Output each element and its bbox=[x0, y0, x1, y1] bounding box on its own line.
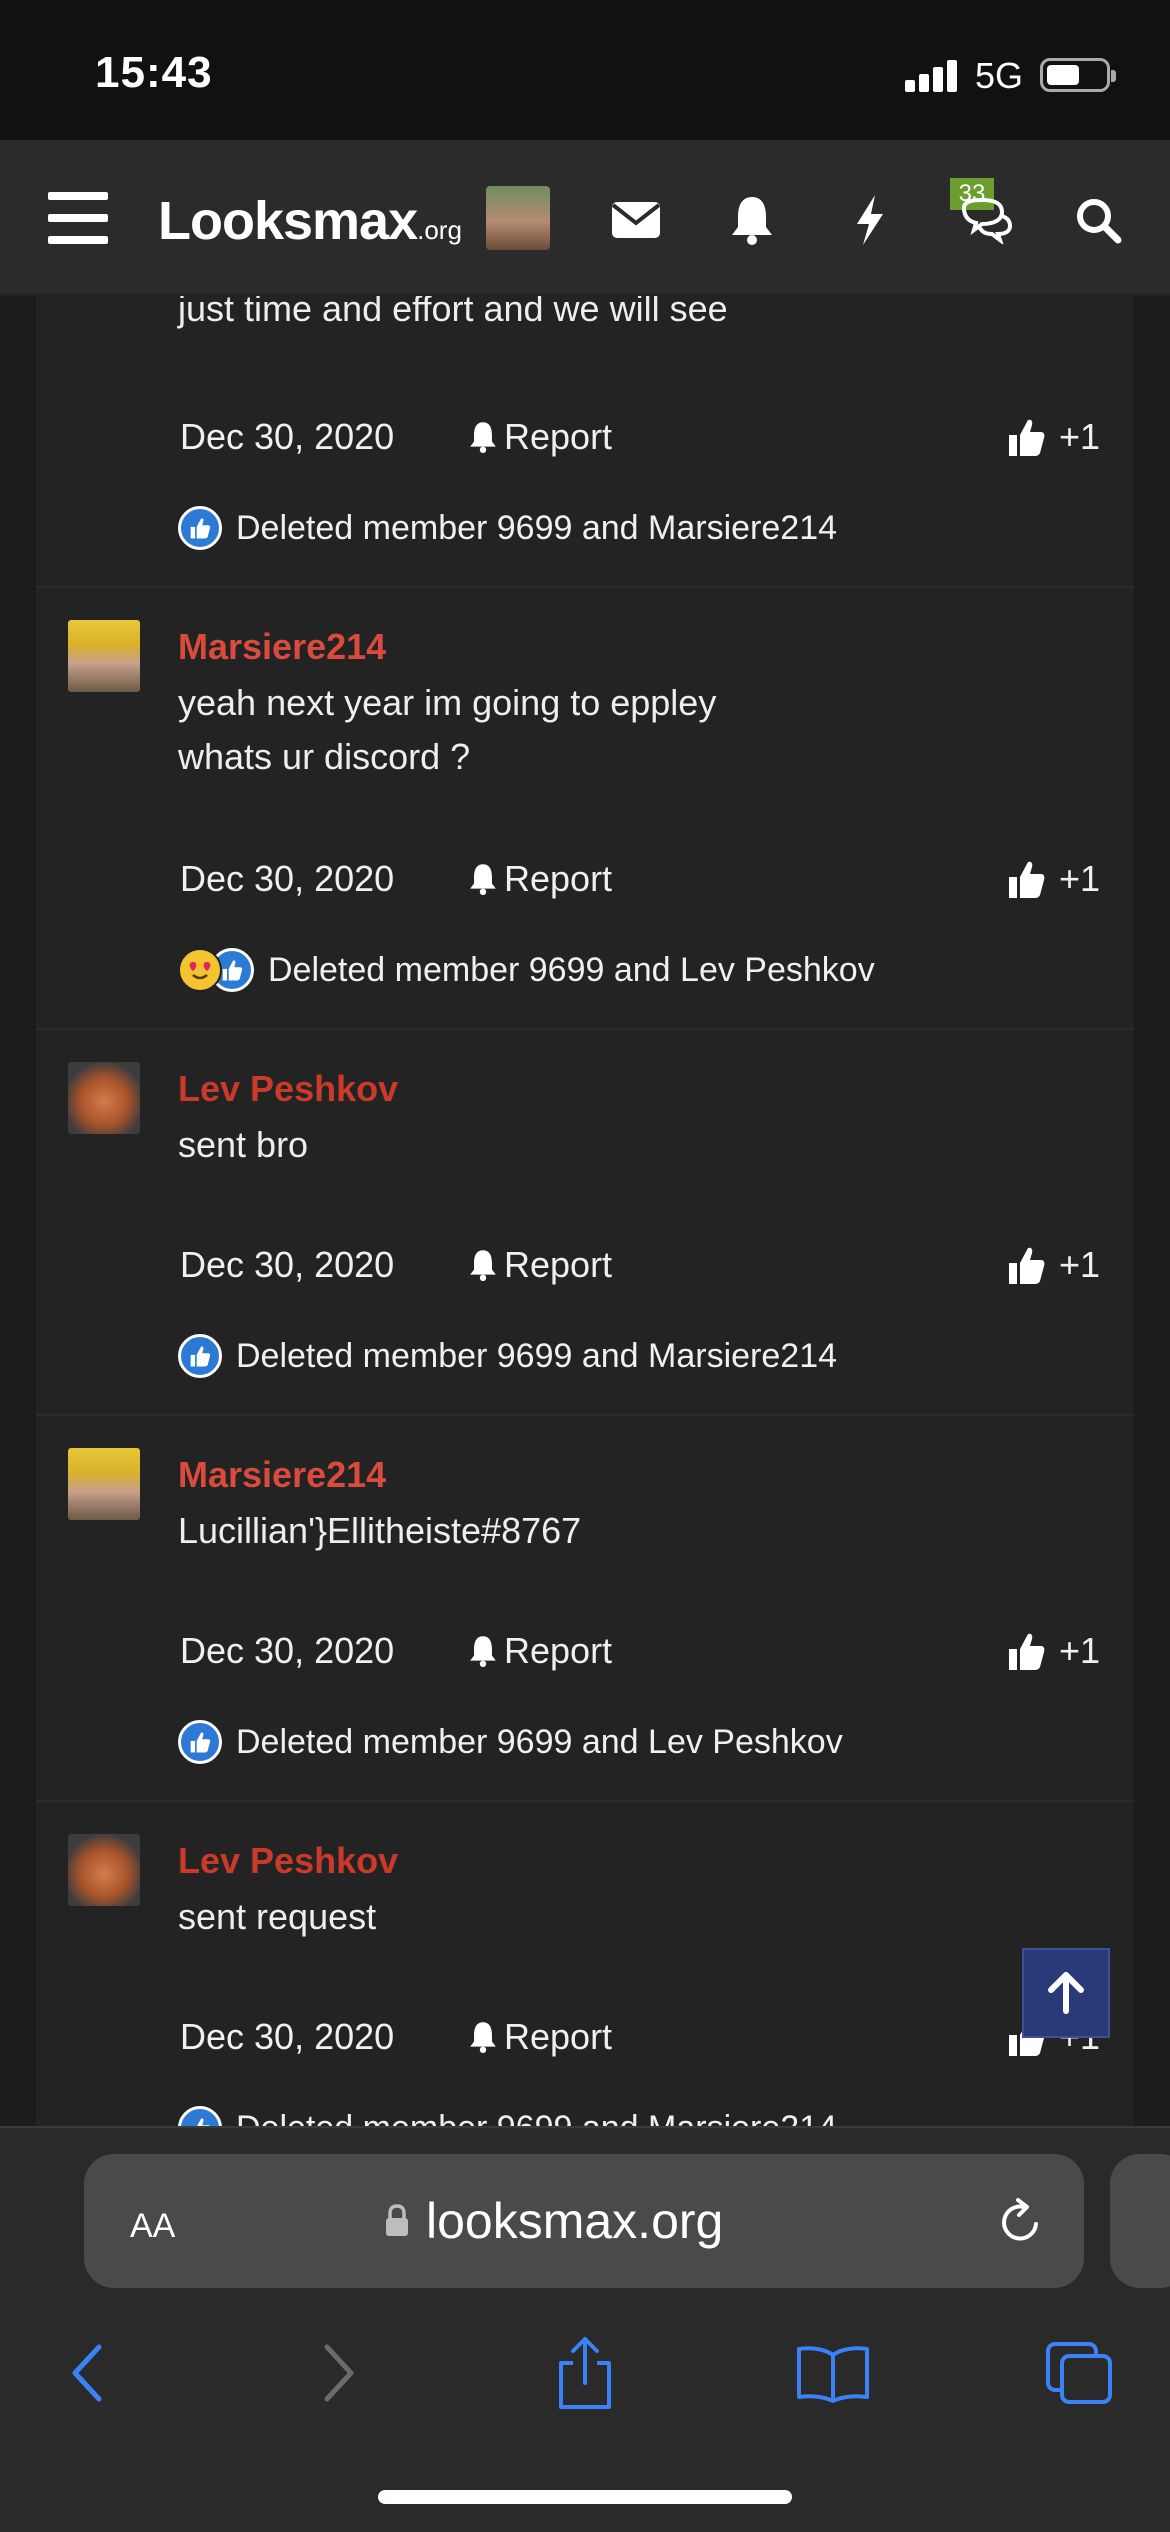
post-message: Lucillian'}Ellitheiste#8767 bbox=[178, 1510, 582, 1551]
post-date[interactable]: Dec 30, 2020 bbox=[180, 1244, 394, 1286]
post-message: just time and effort and we will see bbox=[178, 296, 728, 329]
avatar[interactable] bbox=[68, 620, 140, 692]
report-button[interactable]: Report bbox=[468, 2016, 612, 2058]
browser-toolbar: AA looksmax.org bbox=[0, 2126, 1170, 2532]
share-icon[interactable] bbox=[540, 2328, 630, 2418]
like-button[interactable]: +1 bbox=[1007, 1630, 1100, 1672]
user-avatar[interactable] bbox=[486, 186, 550, 250]
chat-icon[interactable] bbox=[956, 192, 1012, 248]
post: Lev Peshkov sent request Dec 30, 2020 Re… bbox=[36, 1802, 1134, 2126]
report-button[interactable]: Report bbox=[468, 858, 612, 900]
post-date[interactable]: Dec 30, 2020 bbox=[180, 416, 394, 458]
post-date[interactable]: Dec 30, 2020 bbox=[180, 2016, 394, 2058]
post-reactions[interactable]: Deleted member 9699 and Marsiere214 bbox=[178, 504, 837, 552]
home-indicator bbox=[378, 2490, 792, 2504]
bell-icon bbox=[470, 2022, 496, 2053]
thumbs-up-icon bbox=[1008, 1247, 1045, 1284]
post-reactions[interactable]: Deleted member 9699 and Lev Peshkov bbox=[178, 1718, 843, 1766]
like-reaction-icon bbox=[178, 1334, 222, 1378]
bell-icon bbox=[470, 1636, 496, 1667]
username[interactable]: Marsiere214 bbox=[178, 626, 386, 668]
thumbs-up-icon bbox=[1008, 1633, 1045, 1670]
report-button[interactable]: Report bbox=[468, 1630, 612, 1672]
search-icon[interactable] bbox=[1070, 192, 1126, 248]
post-message: sent request bbox=[178, 1896, 377, 1937]
site-logo[interactable]: Looksmax.org bbox=[158, 190, 462, 252]
thumbs-up-icon bbox=[1008, 419, 1045, 456]
thread-posts[interactable]: just time and effort and we will see Dec… bbox=[36, 296, 1134, 2126]
bell-icon bbox=[470, 422, 496, 453]
network-type: 5G bbox=[975, 55, 1024, 96]
avatar[interactable] bbox=[68, 1448, 140, 1520]
username[interactable]: Marsiere214 bbox=[178, 1454, 386, 1496]
cellular-signal-icon bbox=[905, 58, 961, 92]
post-message: yeah next year im going to eppley whats … bbox=[178, 682, 717, 777]
post: Lev Peshkov sent bro Dec 30, 2020 Report… bbox=[36, 1030, 1134, 1416]
like-reaction-icon bbox=[178, 506, 222, 550]
mail-icon[interactable] bbox=[608, 192, 664, 248]
bell-icon bbox=[470, 1250, 496, 1281]
tabs-icon[interactable] bbox=[1034, 2328, 1124, 2418]
url-field[interactable]: looksmax.org bbox=[384, 2192, 723, 2250]
like-reaction-icon bbox=[178, 2106, 222, 2126]
post-actions: Dec 30, 2020 Report +1 bbox=[180, 416, 1100, 466]
scroll-to-top-button[interactable] bbox=[1022, 1948, 1110, 2038]
post-actions: Dec 30, 2020 Report +1 bbox=[180, 1244, 1100, 1294]
next-tab-peek[interactable] bbox=[1110, 2154, 1170, 2288]
like-button[interactable]: +1 bbox=[1007, 858, 1100, 900]
bookmarks-icon[interactable] bbox=[788, 2328, 878, 2418]
username[interactable]: Lev Peshkov bbox=[178, 1068, 398, 1110]
post-date[interactable]: Dec 30, 2020 bbox=[180, 858, 394, 900]
lock-icon bbox=[386, 2204, 408, 2236]
back-icon[interactable] bbox=[42, 2328, 132, 2418]
menu-icon[interactable] bbox=[48, 192, 108, 244]
report-button[interactable]: Report bbox=[468, 1244, 612, 1286]
post-actions: Dec 30, 2020 Report +1 bbox=[180, 1630, 1100, 1680]
lightning-icon[interactable] bbox=[842, 192, 898, 248]
post-reactions[interactable]: Deleted member 9699 and Marsiere214 bbox=[178, 2104, 837, 2126]
status-bar: 15:43 5G bbox=[0, 0, 1170, 140]
arrow-up-icon bbox=[1048, 1972, 1084, 2014]
post-actions: Dec 30, 2020 Report +1 bbox=[180, 2016, 1100, 2066]
battery-icon bbox=[1040, 58, 1116, 92]
site-header: Looksmax.org 33 bbox=[0, 140, 1170, 296]
address-bar[interactable]: AA looksmax.org bbox=[84, 2154, 1084, 2288]
like-reaction-icon bbox=[178, 1720, 222, 1764]
bell-icon bbox=[470, 864, 496, 895]
bell-icon[interactable] bbox=[724, 192, 780, 248]
post-reactions[interactable]: Deleted member 9699 and Marsiere214 bbox=[178, 1332, 837, 1380]
avatar[interactable] bbox=[68, 1834, 140, 1906]
reload-icon[interactable] bbox=[996, 2196, 1044, 2251]
thumbs-up-icon bbox=[1008, 861, 1045, 898]
post-reactions[interactable]: Deleted member 9699 and Lev Peshkov bbox=[178, 946, 875, 994]
avatar[interactable] bbox=[68, 1062, 140, 1134]
post-date[interactable]: Dec 30, 2020 bbox=[180, 1630, 394, 1672]
username[interactable]: Lev Peshkov bbox=[178, 1840, 398, 1882]
status-time: 15:43 bbox=[95, 48, 213, 97]
like-button[interactable]: +1 bbox=[1007, 1244, 1100, 1286]
post: Marsiere214 Lucillian'}Ellitheiste#8767 … bbox=[36, 1416, 1134, 1802]
text-size-button[interactable]: AA bbox=[130, 2194, 175, 2249]
post: just time and effort and we will see Dec… bbox=[36, 296, 1134, 588]
love-reaction-icon bbox=[178, 948, 222, 992]
post-message: sent bro bbox=[178, 1124, 309, 1165]
like-button[interactable]: +1 bbox=[1007, 416, 1100, 458]
post: Marsiere214 yeah next year im going to e… bbox=[36, 588, 1134, 1030]
forward-icon[interactable] bbox=[294, 2328, 384, 2418]
report-button[interactable]: Report bbox=[468, 416, 612, 458]
post-actions: Dec 30, 2020 Report +1 bbox=[180, 858, 1100, 908]
